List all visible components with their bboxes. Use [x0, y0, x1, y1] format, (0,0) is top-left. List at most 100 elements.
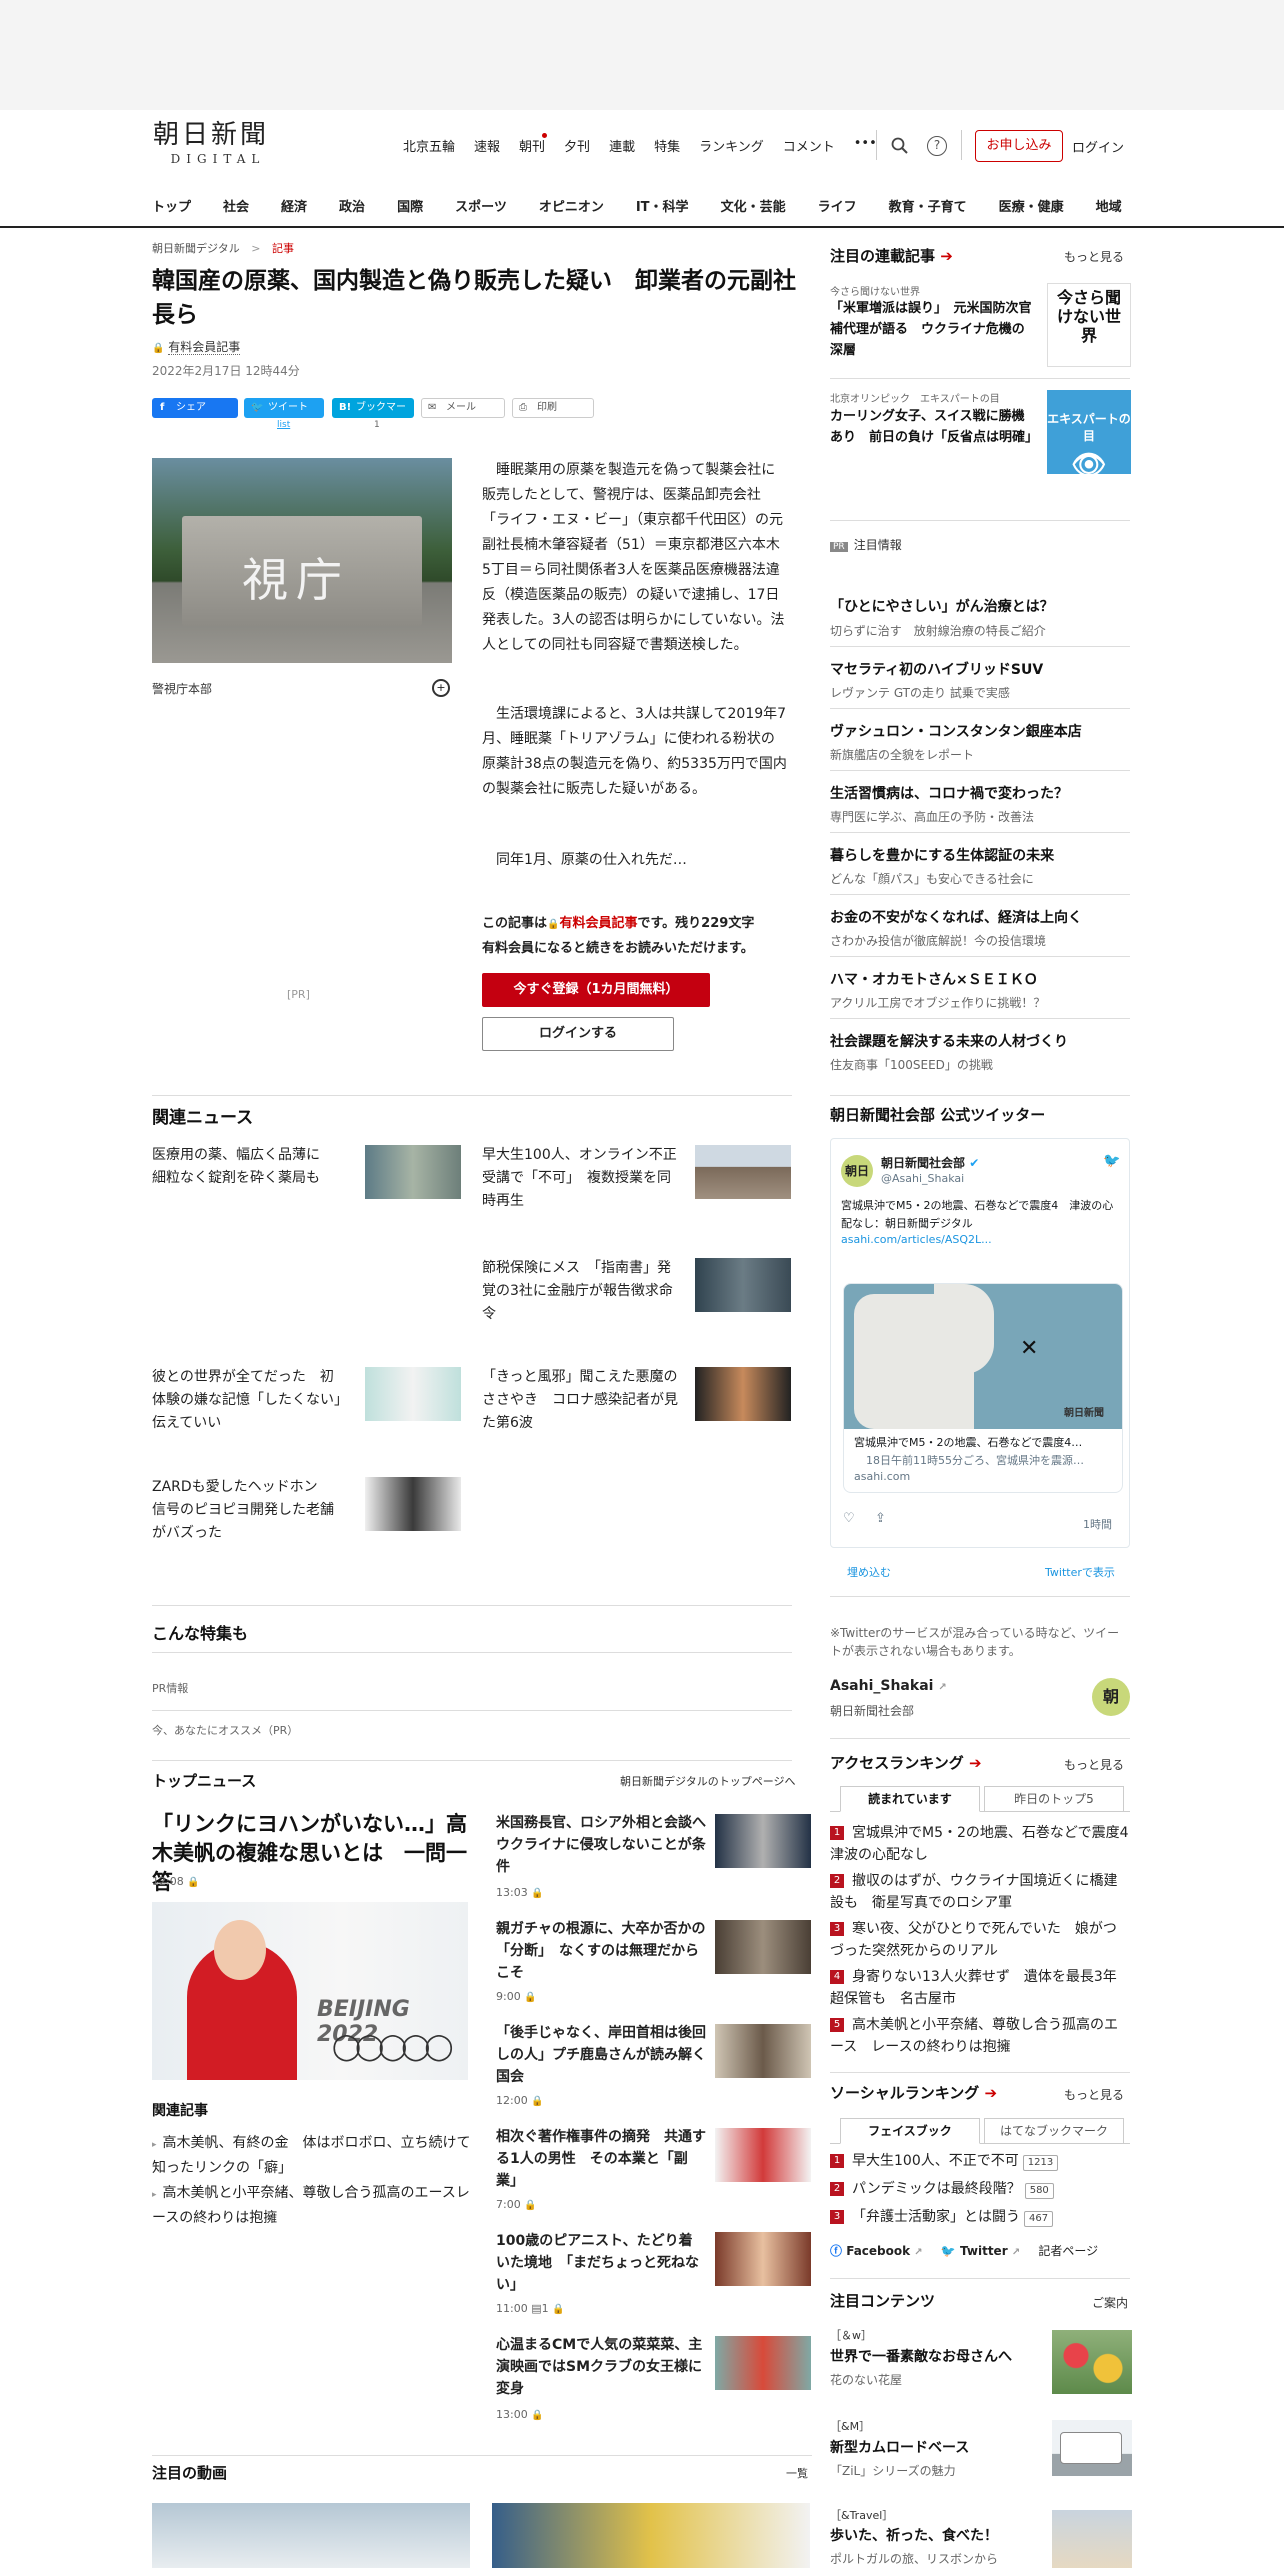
content-1-thumb[interactable]: [1052, 2330, 1132, 2394]
content-1-title[interactable]: 世界で一番素敵なお母さんへ: [830, 2347, 1012, 2367]
login-link[interactable]: ログイン: [1072, 137, 1124, 156]
mail-share-button[interactable]: ✉ メール: [421, 398, 505, 418]
access-rank-1[interactable]: 1 宮城県沖でM5・2の地震、石巻などで震度4 津波の心配なし: [830, 1822, 1143, 1866]
tab-facebook[interactable]: フェイスブック: [840, 2118, 980, 2144]
cat-it-science[interactable]: IT・科学: [636, 196, 689, 215]
tweet-avatar[interactable]: 朝日: [841, 1155, 873, 1187]
paid-text[interactable]: 有料会員記事: [168, 340, 241, 355]
videos-more-link[interactable]: 一覧: [786, 2465, 808, 2481]
tab-hatena[interactable]: はてなブックマーク: [984, 2118, 1124, 2144]
nav-more[interactable]: •••: [854, 136, 877, 155]
paywall-paid-link[interactable]: 有料会員記事: [559, 916, 637, 931]
content-2-title[interactable]: 新型カムロードベース: [830, 2438, 969, 2458]
tweet-handle[interactable]: @Asahi_Shakai: [881, 1172, 964, 1185]
cat-opinion[interactable]: オピニオン: [539, 196, 604, 215]
topnews-lead-photo[interactable]: BEIJING 2022 ◯◯◯◯◯: [152, 1902, 468, 2080]
register-button[interactable]: 今すぐ登録（1カ月間無料）: [482, 973, 710, 1007]
pr-item-5-title[interactable]: 暮らしを豊かにする生体認証の未来: [830, 846, 1054, 866]
pr-item-3-title[interactable]: ヴァシュロン・コンスタンタン銀座本店: [830, 722, 1082, 742]
cat-sports[interactable]: スポーツ: [455, 196, 507, 215]
topnews-thumb-3[interactable]: [715, 2024, 811, 2078]
twitter-bird-icon[interactable]: 🐦: [1103, 1153, 1120, 1169]
view-on-twitter-link[interactable]: Twitterで表示: [1045, 1564, 1115, 1580]
nav-chokan[interactable]: 朝刊: [519, 136, 545, 155]
related-item-3[interactable]: 節税保険にメス 「指南書」発覚の3社に金融庁が報告徴求命令: [482, 1257, 682, 1326]
tweet-name[interactable]: 朝日新聞社会部 ✔: [881, 1154, 979, 1171]
tab-read-most[interactable]: 読まれています: [840, 1786, 980, 1812]
cat-top[interactable]: トップ: [152, 196, 191, 215]
series-item-2[interactable]: カーリング女子、スイス戦に勝機あり 前日の負け「反省点は明確」: [830, 406, 1038, 448]
cat-society[interactable]: 社会: [223, 196, 249, 215]
series-item-1[interactable]: 「米軍増派は誤り」 元米国防次官補代理が語る ウクライナ危機の深層: [830, 298, 1035, 361]
cat-politics[interactable]: 政治: [339, 196, 365, 215]
pr-item-7-title[interactable]: ハマ・オカモトさん×ＳＥＩＫＯ: [830, 970, 1038, 990]
related-item-6[interactable]: ZARDも愛したヘッドホン 信号のピヨピヨ開発した老舗がバズった: [152, 1476, 342, 1545]
like-icon[interactable]: ♡: [843, 1511, 855, 1526]
topnews-item-3[interactable]: 「後手じゃなく、岸田首相は後回しの人」プチ鹿島さんが読み解く国会: [496, 2022, 706, 2088]
topnews-thumb-5[interactable]: [715, 2232, 811, 2286]
topnews-item-2[interactable]: 親ガチャの根源に、大卒か否かの「分断」 なくすのは無理だからこそ: [496, 1918, 706, 1984]
social-rank-3[interactable]: 3 「弁護士活動家」とは闘う 467: [830, 2206, 1130, 2228]
topnews-item-1[interactable]: 米国務長官、ロシア外相と会談へ ウクライナに侵攻しないことが条件: [496, 1812, 720, 1878]
social-rank-2[interactable]: 2 パンデミックは最終段階？ 580: [830, 2178, 1130, 2200]
content-2-thumb[interactable]: [1052, 2420, 1132, 2476]
related-thumb-5[interactable]: [695, 1367, 791, 1421]
related-item-2[interactable]: 早大生100人、オンライン不正受講で「不可」 複数授業を同時再生: [482, 1144, 682, 1213]
share-icon[interactable]: ⇪: [875, 1511, 886, 1526]
topnews-thumb-4[interactable]: [715, 2128, 811, 2182]
series-item-2-thumb[interactable]: エキスパートの目 👁: [1047, 390, 1131, 481]
cat-economy[interactable]: 経済: [281, 196, 307, 215]
twitter-link[interactable]: 🐦 Twitter ↗: [941, 2244, 1020, 2258]
content-3-title[interactable]: 歩いた、祈った、食べた！: [830, 2526, 998, 2546]
topnews-thumb-2[interactable]: [715, 1920, 811, 1974]
print-button[interactable]: ⎙ 印刷: [512, 398, 594, 418]
breadcrumb-home[interactable]: 朝日新聞デジタル: [152, 242, 240, 255]
help-icon[interactable]: ?: [927, 136, 947, 156]
related-article-1[interactable]: ▸ 高木美帆、有終の金 体はボロボロ、立ち続けて知ったリンクの「癖」: [152, 2132, 472, 2180]
tweet-time[interactable]: 1時間: [1083, 1516, 1112, 1532]
contents-guide-link[interactable]: ご案内: [1092, 2294, 1128, 2311]
related-article-2[interactable]: ▸ 高木美帆と小平奈緒、尊敬し合う孤高のエースレースの終わりは抱擁: [152, 2182, 472, 2230]
hatena-bookmark-button[interactable]: B! ブックマーク: [332, 398, 414, 433]
topnews-thumb-1[interactable]: [715, 1814, 811, 1868]
topnews-thumb-6[interactable]: [715, 2336, 811, 2390]
topnews-item-4[interactable]: 相次ぐ著作権事件の摘発 共通する1人の男性 その本業と「副業」: [496, 2126, 706, 2192]
nav-tokushu[interactable]: 特集: [654, 136, 680, 155]
pr-item-6-title[interactable]: お金の不安がなくなれば、経済は上向く: [830, 908, 1082, 928]
facebook-share-button[interactable]: f シェア: [152, 398, 238, 418]
zoom-icon[interactable]: +: [432, 679, 450, 697]
related-thumb-3[interactable]: [695, 1258, 791, 1312]
social-rank-1[interactable]: 1 早大生100人、不正で不可 1213: [830, 2150, 1130, 2172]
nav-yukan[interactable]: 夕刊: [564, 136, 590, 155]
nav-comment[interactable]: コメント: [783, 136, 835, 155]
related-thumb-2[interactable]: [695, 1145, 791, 1199]
nav-sokuho[interactable]: 速報: [474, 136, 500, 155]
access-rank-3[interactable]: 3 寒い夜、父がひとりで死んでいた 娘がつづった突然死からのリアル: [830, 1918, 1130, 1962]
cat-health[interactable]: 医療・健康: [999, 196, 1064, 215]
cat-life[interactable]: ライフ: [818, 196, 857, 215]
tab-yesterday-top5[interactable]: 昨日のトップ5: [984, 1786, 1124, 1812]
search-icon[interactable]: [891, 137, 909, 155]
article-photo[interactable]: 視庁: [152, 458, 452, 663]
related-thumb-4[interactable]: [365, 1367, 461, 1421]
account-avatar[interactable]: 朝: [1092, 1678, 1130, 1716]
facebook-link[interactable]: ⓕ Facebook ↗: [830, 2244, 923, 2258]
cat-culture[interactable]: 文化・芸能: [721, 196, 786, 215]
topnews-item-6[interactable]: 心温まるCMで人気の菜菜菜、主演映画ではSMクラブの女王様に変身: [496, 2334, 706, 2400]
nav-beijing[interactable]: 北京五輪: [403, 136, 455, 155]
video-thumb-1[interactable]: [152, 2503, 470, 2568]
series-item-1-thumb[interactable]: 今さら聞けない世界: [1047, 283, 1131, 367]
series-more-link[interactable]: もっと見る: [1064, 248, 1124, 265]
tweet-link-card[interactable]: ✕ 朝日新聞 宮城県沖でM5・2の地震、石巻などで震度4… 18日午前11時55…: [843, 1283, 1123, 1493]
related-thumb-6[interactable]: [365, 1477, 461, 1531]
login-button[interactable]: ログインする: [482, 1017, 674, 1051]
cat-international[interactable]: 国際: [397, 196, 423, 215]
nav-ranking[interactable]: ランキング: [699, 136, 764, 155]
twitter-share-button[interactable]: 🐦 ツイート: [244, 398, 324, 418]
embed-link[interactable]: 埋め込む: [847, 1564, 891, 1580]
related-item-1[interactable]: 医療用の薬、幅広く品薄に 細粒なく錠剤を砕く薬局も: [152, 1144, 334, 1190]
account-name[interactable]: Asahi_Shakai ↗: [830, 1678, 947, 1694]
access-rank-2[interactable]: 2 撤収のはずが、ウクライナ国境近くに橋建設も 衛星写真でのロシア軍: [830, 1870, 1130, 1914]
social-more-link[interactable]: もっと見る: [1064, 2086, 1124, 2103]
pr-item-2-title[interactable]: マセラティ初のハイブリッドSUV: [830, 660, 1043, 680]
